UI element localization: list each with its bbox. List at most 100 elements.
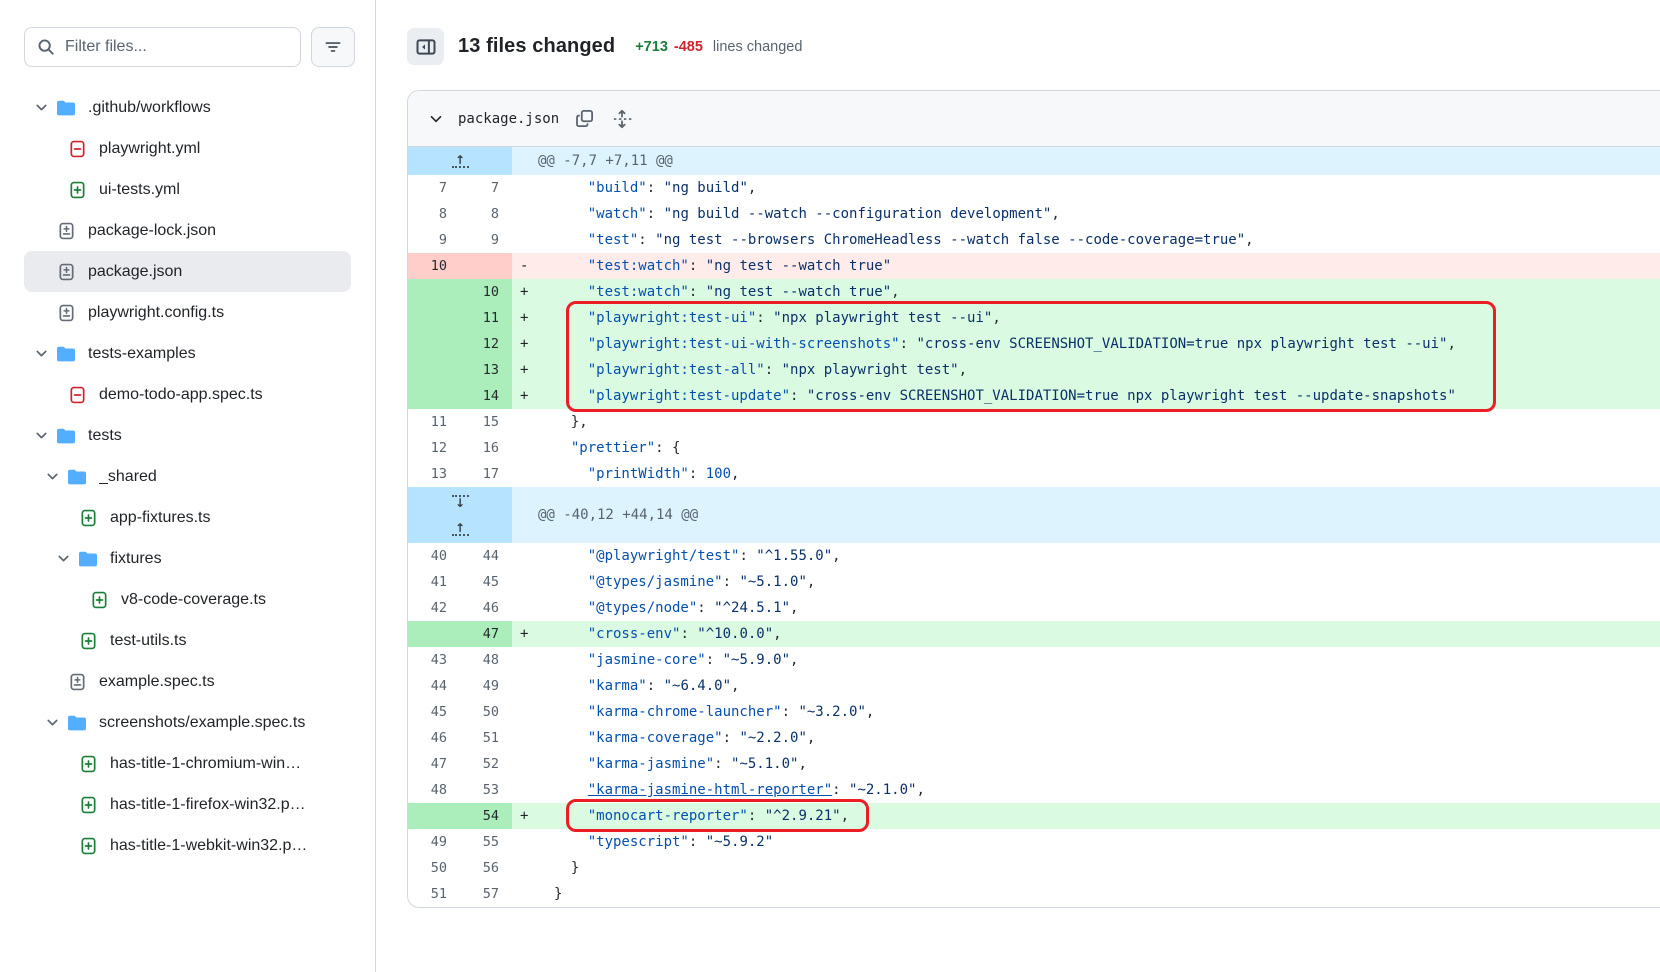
old-line-number[interactable]	[408, 383, 460, 409]
expand-up-button[interactable]: ↑	[408, 515, 512, 543]
new-line-number[interactable]: 13	[460, 357, 512, 383]
tree-file-package-lock-json[interactable]: package-lock.json	[24, 210, 351, 251]
filter-files-input[interactable]	[65, 38, 288, 56]
old-line-number[interactable]: 47	[408, 751, 460, 777]
chevron-down-icon[interactable]	[55, 551, 71, 566]
chevron-down-icon[interactable]	[44, 715, 60, 730]
new-line-number[interactable]: 49	[460, 673, 512, 699]
tree-folder-tests-examples[interactable]: tests-examples	[24, 333, 351, 374]
new-line-number[interactable]: 9	[460, 227, 512, 253]
collapse-sidebar-button[interactable]	[407, 28, 444, 65]
old-line-number[interactable]: 12	[408, 435, 460, 461]
old-line-number[interactable]	[408, 357, 460, 383]
new-line-number[interactable]: 16	[460, 435, 512, 461]
new-line-number[interactable]: 15	[460, 409, 512, 435]
old-line-number[interactable]: 48	[408, 777, 460, 803]
old-line-number[interactable]: 44	[408, 673, 460, 699]
new-line-number[interactable]: 53	[460, 777, 512, 803]
expand-up-arrow-icon: ↑	[455, 155, 465, 165]
additions-count: +713	[635, 39, 668, 55]
old-line-number[interactable]: 50	[408, 855, 460, 881]
tree-file-app-fixtures-ts[interactable]: app-fixtures.ts	[24, 497, 351, 538]
new-line-number[interactable]: 57	[460, 881, 512, 907]
code-content: "@types/jasmine": "~5.1.0",	[542, 569, 1660, 595]
chevron-down-icon[interactable]	[33, 100, 49, 115]
old-line-number[interactable]: 8	[408, 201, 460, 227]
new-line-number[interactable]	[460, 253, 512, 279]
diff-line: 14+ "playwright:test-update": "cross-env…	[408, 383, 1660, 409]
old-line-number[interactable]: 51	[408, 881, 460, 907]
tree-file-has-title-1-chromium-win-[interactable]: has-title-1-chromium-win…	[24, 743, 351, 784]
old-line-number[interactable]: 41	[408, 569, 460, 595]
collapse-file-chevron[interactable]	[428, 111, 444, 127]
new-line-number[interactable]: 44	[460, 543, 512, 569]
new-line-number[interactable]: 54	[460, 803, 512, 829]
new-line-number[interactable]: 55	[460, 829, 512, 855]
tree-folder-tests[interactable]: tests	[24, 415, 351, 456]
copy-path-button[interactable]	[573, 107, 596, 130]
old-line-number[interactable]: 9	[408, 227, 460, 253]
expand-all-hunks-button[interactable]	[610, 107, 634, 131]
old-line-number[interactable]	[408, 803, 460, 829]
tree-file-ui-tests-yml[interactable]: ui-tests.yml	[24, 169, 351, 210]
tree-folder--shared[interactable]: _shared	[24, 456, 351, 497]
new-line-number[interactable]: 51	[460, 725, 512, 751]
tree-file-has-title-1-firefox-win32-p-[interactable]: has-title-1-firefox-win32.p…	[24, 784, 351, 825]
old-line-number[interactable]: 11	[408, 409, 460, 435]
tree-folder-screenshots-example-spec-ts[interactable]: screenshots/example.spec.ts	[24, 702, 351, 743]
chevron-down-icon[interactable]	[33, 346, 49, 361]
old-line-number[interactable]	[408, 331, 460, 357]
tree-file-demo-todo-app-spec-ts[interactable]: demo-todo-app.spec.ts	[24, 374, 351, 415]
old-line-number[interactable]: 40	[408, 543, 460, 569]
new-line-number[interactable]: 11	[460, 305, 512, 331]
new-line-number[interactable]: 52	[460, 751, 512, 777]
diff-sign	[512, 777, 542, 803]
chevron-down-icon[interactable]	[33, 428, 49, 443]
old-line-number[interactable]: 46	[408, 725, 460, 751]
old-line-number[interactable]: 49	[408, 829, 460, 855]
new-line-number[interactable]: 47	[460, 621, 512, 647]
expand-down-button[interactable]: ↓	[408, 487, 512, 515]
code-content: }	[542, 881, 1660, 907]
tree-file-test-utils-ts[interactable]: test-utils.ts	[24, 620, 351, 661]
file-name[interactable]: package.json	[458, 111, 559, 127]
old-line-number[interactable]	[408, 305, 460, 331]
tree-folder--github-workflows[interactable]: .github/workflows	[24, 87, 351, 128]
lines-changed-stats: +713 -485 lines changed	[635, 39, 802, 55]
diff-line: 54+ "monocart-reporter": "^2.9.21",	[408, 803, 1660, 829]
tree-file-has-title-1-webkit-win32-p-[interactable]: has-title-1-webkit-win32.p…	[24, 825, 351, 866]
new-line-number[interactable]: 17	[460, 461, 512, 487]
tree-file-playwright-yml[interactable]: playwright.yml	[24, 128, 351, 169]
old-line-number[interactable]	[408, 621, 460, 647]
new-line-number[interactable]: 7	[460, 175, 512, 201]
expand-up-button[interactable]: ↑	[408, 147, 512, 175]
new-line-number[interactable]: 10	[460, 279, 512, 305]
file-status-added-icon	[79, 755, 97, 773]
new-line-number[interactable]: 45	[460, 569, 512, 595]
old-line-number[interactable]: 7	[408, 175, 460, 201]
old-line-number[interactable]: 10	[408, 253, 460, 279]
tree-file-playwright-config-ts[interactable]: playwright.config.ts	[24, 292, 351, 333]
filter-options-button[interactable]	[311, 27, 355, 67]
new-line-number[interactable]: 46	[460, 595, 512, 621]
old-line-number[interactable]: 42	[408, 595, 460, 621]
new-line-number[interactable]: 48	[460, 647, 512, 673]
diff-sign	[512, 201, 542, 227]
tree-file-package-json[interactable]: package.json	[24, 251, 351, 292]
filter-files-inputbox[interactable]	[24, 27, 301, 67]
chevron-down-icon[interactable]	[44, 469, 60, 484]
new-line-number[interactable]: 50	[460, 699, 512, 725]
diff-line: 5157}	[408, 881, 1660, 907]
old-line-number[interactable]: 45	[408, 699, 460, 725]
new-line-number[interactable]: 14	[460, 383, 512, 409]
new-line-number[interactable]: 8	[460, 201, 512, 227]
old-line-number[interactable]	[408, 279, 460, 305]
new-line-number[interactable]: 12	[460, 331, 512, 357]
tree-file-example-spec-ts[interactable]: example.spec.ts	[24, 661, 351, 702]
new-line-number[interactable]: 56	[460, 855, 512, 881]
old-line-number[interactable]: 13	[408, 461, 460, 487]
tree-file-v8-code-coverage-ts[interactable]: v8-code-coverage.ts	[24, 579, 351, 620]
tree-folder-fixtures[interactable]: fixtures	[24, 538, 351, 579]
filter-row	[0, 27, 375, 67]
old-line-number[interactable]: 43	[408, 647, 460, 673]
